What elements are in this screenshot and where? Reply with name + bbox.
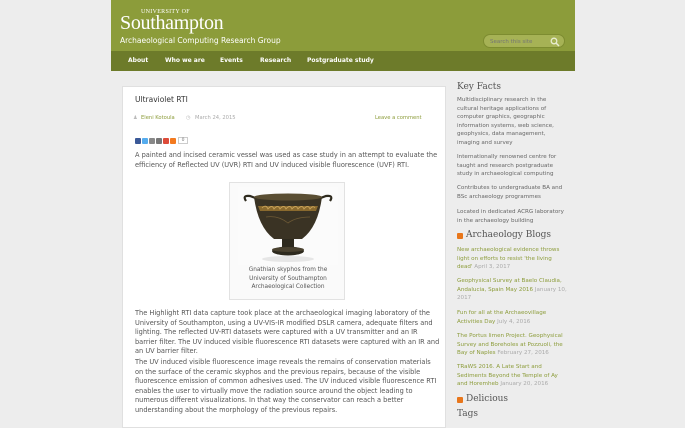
- logo-southampton[interactable]: Southampton: [120, 12, 224, 35]
- main-nav: About Who we are Events Research Postgra…: [111, 51, 575, 71]
- twitter-icon[interactable]: [142, 138, 148, 144]
- post-author[interactable]: Eleni Kotoula: [141, 115, 175, 121]
- site-tagline[interactable]: Archaeological Computing Research Group: [120, 36, 281, 45]
- share-count: 0: [178, 137, 188, 144]
- page-wrapper: UNIVERSITY OF Southampton Archaeological…: [111, 0, 575, 428]
- skyphos-image[interactable]: [238, 187, 338, 265]
- figure: Gnathian skyphos from the University of …: [229, 182, 345, 300]
- google-plus-icon[interactable]: [163, 138, 169, 144]
- rss-icon[interactable]: [457, 397, 463, 403]
- key-facts-heading: Key Facts: [457, 82, 502, 92]
- email-icon[interactable]: [149, 138, 155, 144]
- post-paragraph-2: The Highlight RTI data capture took plac…: [135, 309, 440, 355]
- key-fact-4: Located in dedicated ACRG laboratory in …: [457, 209, 564, 224]
- tags-heading: Tags: [457, 409, 479, 419]
- search-icon[interactable]: [550, 37, 560, 47]
- author-icon: ♟: [133, 115, 138, 121]
- site-header: UNIVERSITY OF Southampton Archaeological…: [111, 0, 575, 51]
- leave-comment-link[interactable]: Leave a comment: [375, 115, 422, 121]
- key-fact-2: Internationally renowned centre for taug…: [457, 154, 557, 178]
- blog-item[interactable]: Fun for all at the Archaeovillage Activi…: [457, 309, 567, 326]
- post-intro: A painted and incised ceramic vessel was…: [135, 151, 438, 169]
- post-paragraph-3: The UV induced visible fluorescence imag…: [135, 358, 437, 414]
- blog-item[interactable]: The Portus limen Project. Geophysical Su…: [457, 332, 567, 358]
- clock-icon: ◷: [186, 115, 191, 121]
- post-title[interactable]: Ultraviolet RTI: [135, 95, 188, 104]
- nav-who-we-are[interactable]: Who we are: [165, 57, 205, 64]
- archaeology-blogs-heading[interactable]: Archaeology Blogs: [466, 230, 551, 240]
- key-fact-3: Contributes to undergraduate BA and BSc …: [457, 185, 563, 200]
- share-more-icon[interactable]: [170, 138, 176, 144]
- figure-caption: Gnathian skyphos from the University of …: [248, 267, 328, 290]
- key-fact-1: Multidisciplinary research in the cultur…: [457, 97, 554, 146]
- nav-research[interactable]: Research: [260, 57, 291, 64]
- post-content: Ultraviolet RTI ♟ Eleni Kotoula ◷ March …: [122, 86, 446, 428]
- rss-icon[interactable]: [457, 233, 463, 239]
- blog-item[interactable]: New archaeological evidence throws light…: [457, 246, 567, 272]
- search-input[interactable]: [490, 37, 550, 46]
- delicious-heading[interactable]: Delicious: [466, 394, 508, 404]
- nav-events[interactable]: Events: [220, 57, 243, 64]
- post-meta: ♟ Eleni Kotoula ◷ March 24, 2015 Leave a…: [133, 115, 433, 123]
- nav-about[interactable]: About: [128, 57, 148, 64]
- print-icon[interactable]: [156, 138, 162, 144]
- blog-item[interactable]: Geophysical Survey at Baelo Claudia, And…: [457, 277, 567, 303]
- nav-postgraduate-study[interactable]: Postgraduate study: [307, 57, 374, 64]
- facebook-icon[interactable]: [135, 138, 141, 144]
- blog-item[interactable]: TRaWS 2016. A Late Start and Sediments B…: [457, 363, 567, 389]
- post-date: March 24, 2015: [195, 115, 236, 121]
- search-box[interactable]: [483, 34, 565, 48]
